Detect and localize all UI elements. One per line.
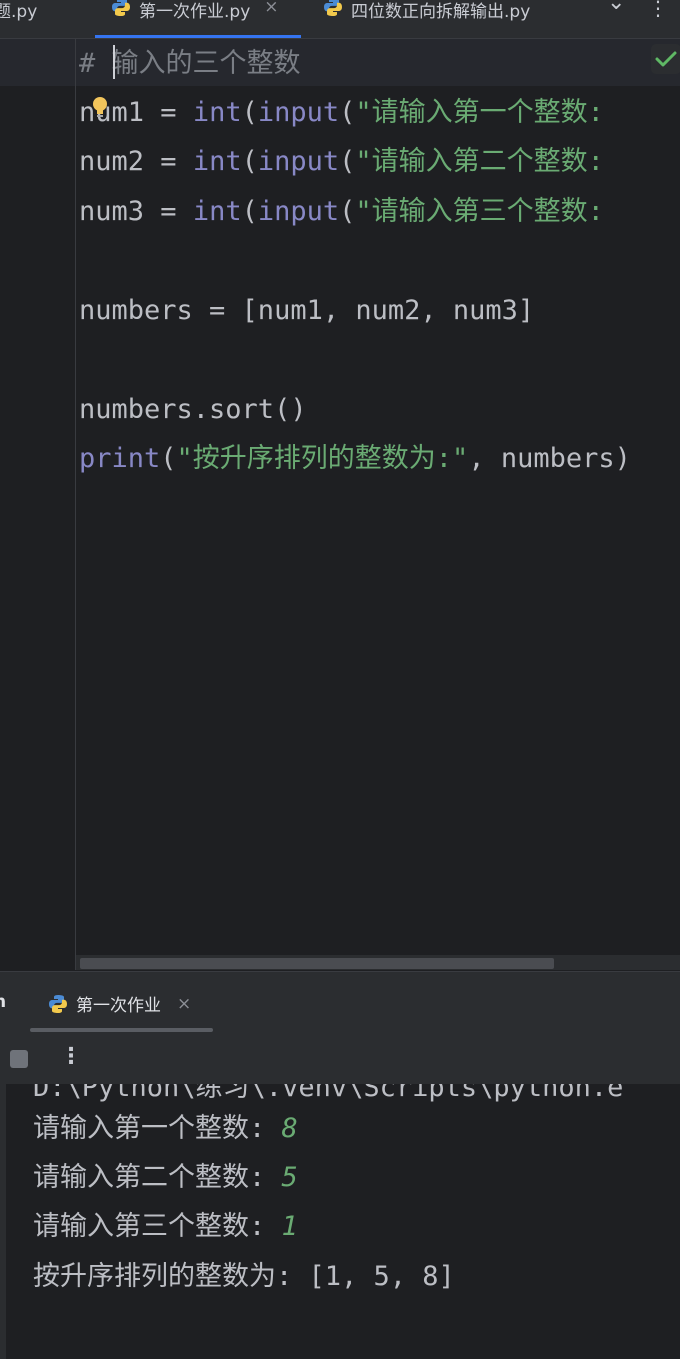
console-user-input: 5 [281, 1162, 298, 1193]
code-token: input [257, 196, 340, 227]
tab-label: 四位数正向拆解输出.py [351, 2, 531, 22]
console-user-input: 8 [281, 1113, 298, 1144]
code-token: ( [339, 97, 356, 128]
code-token: ( [241, 146, 258, 177]
code-token: "请输入第三个整数: [355, 196, 621, 227]
code-token: input [257, 146, 340, 177]
code-token: "按升序排列的整数为:" [176, 443, 469, 474]
close-icon[interactable]: × [177, 994, 191, 1014]
run-console-output[interactable]: D:\Python\练习\.venv\Scripts\python.e 请输入第… [0, 1084, 680, 1359]
code-token: num3 [79, 196, 145, 227]
code-token: int [192, 97, 242, 128]
code-line-7: numbers.sort() [79, 394, 307, 425]
console-prompt: 请输入第二个整数: [33, 1162, 282, 1193]
gutter-divider [75, 39, 76, 970]
code-token: int [192, 146, 242, 177]
code-token: num1 [79, 97, 145, 128]
code-token: input [257, 97, 340, 128]
code-line-8: print("按升序排列的整数为:", numbers) [79, 439, 631, 479]
tab-partial-file[interactable]: 题.py [0, 0, 37, 38]
code-token: , numbers) [468, 443, 631, 474]
code-token: ( [241, 97, 258, 128]
console-prompt: 请输入第一个整数: [33, 1113, 282, 1144]
check-icon [655, 51, 677, 67]
console-prompt-line: 请输入第一个整数: 8 [33, 1109, 298, 1149]
code-token: ( [339, 196, 356, 227]
code-token: ( [241, 196, 258, 227]
code-token: = [144, 146, 193, 177]
lightbulb-icon[interactable] [91, 96, 109, 120]
tab-label: 题.py [0, 2, 38, 22]
code-token: = [144, 196, 193, 227]
more-options-icon[interactable]: ⋮ [60, 1044, 82, 1069]
run-panel-title: n [0, 992, 7, 1012]
code-line-3: num3 = int(input("请输入第三个整数: [79, 192, 620, 232]
tab-more-icon[interactable]: ⋮ [648, 0, 668, 20]
python-file-icon [324, 0, 342, 17]
tab-label: 第一次作业.py [139, 2, 251, 22]
code-token: "请输入第一个整数: [355, 97, 621, 128]
run-panel-header: n 第一次作业 × [0, 971, 680, 1035]
run-tab-first-assignment[interactable]: 第一次作业 × [48, 991, 191, 1016]
stop-icon[interactable] [10, 1050, 28, 1068]
editor-tab-bar: 题.py 第一次作业.py × 四位数正向拆解输出.py ⌄ ⋮ [0, 0, 680, 39]
close-icon[interactable]: × [264, 0, 278, 17]
code-line-1: num1 = int(input("请输入第一个整数: [79, 93, 620, 133]
run-toolbar: ⋮ [0, 1034, 680, 1084]
code-token: num2 [79, 146, 145, 177]
code-token: int [192, 196, 242, 227]
run-tab-indicator [30, 1028, 213, 1032]
code-token: ( [339, 146, 356, 177]
tab-overflow-chevron-icon[interactable]: ⌄ [607, 0, 625, 15]
python-file-icon [112, 0, 130, 17]
horizontal-scrollbar-thumb[interactable] [80, 958, 554, 969]
text-caret [113, 45, 115, 79]
console-gutter [0, 1084, 6, 1359]
console-prompt-line: 请输入第三个整数: 1 [33, 1207, 298, 1247]
code-line-5: numbers = [num1, num2, num3] [79, 295, 535, 326]
console-prompt: 请输入第三个整数: [33, 1211, 282, 1242]
code-token: = [144, 97, 193, 128]
code-editor[interactable]: # 输入的三个整数 num1 = int(input("请输入第一个整数: nu… [0, 39, 680, 970]
python-file-icon [49, 994, 67, 1013]
code-line-2: num2 = int(input("请输入第二个整数: [79, 142, 620, 182]
console-user-input: 1 [281, 1211, 298, 1242]
console-prompt-line: 请输入第二个整数: 5 [33, 1158, 298, 1198]
console-result-line: 按升序排列的整数为: [1, 5, 8] [33, 1261, 455, 1292]
code-token: ( [160, 443, 177, 474]
inspection-status[interactable] [651, 44, 680, 74]
run-tab-label: 第一次作业 [76, 996, 161, 1016]
console-command-line: D:\Python\练习\.venv\Scripts\python.e [33, 1084, 624, 1103]
tab-four-digit-split[interactable]: 四位数正向拆解输出.py [323, 0, 530, 38]
code-token: print [79, 443, 161, 474]
code-token: "请输入第二个整数: [355, 146, 621, 177]
tab-first-assignment[interactable]: 第一次作业.py × [95, 0, 301, 38]
